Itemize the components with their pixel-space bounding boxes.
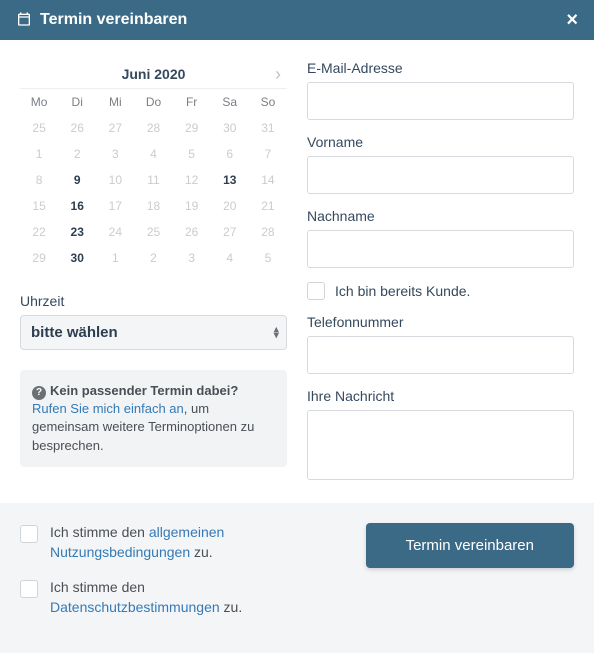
calendar-day: 29 [20,245,58,271]
calendar-day: 17 [96,193,134,219]
calendar-day: 15 [20,193,58,219]
appointment-modal: Termin vereinbaren × Juni 2020 › MoDiMiD… [0,0,594,653]
calendar-day: 22 [20,219,58,245]
left-column: Juni 2020 › MoDiMiDoFrSaSo 2526272829303… [20,60,287,483]
terms-text: Ich stimme den allgemeinen Nutzungsbedin… [50,523,287,562]
privacy-text: Ich stimme den Datenschutzbestimmungen z… [50,578,287,617]
calendar-day: 2 [134,245,172,271]
calendar-day: 18 [134,193,172,219]
calendar-day: 19 [173,193,211,219]
calendar-day: 26 [58,115,96,141]
time-select[interactable]: bitte wählen [20,315,287,350]
calendar-day: 27 [96,115,134,141]
calendar-weekday: Mi [96,89,134,115]
question-icon: ? [32,386,46,400]
right-column: E-Mail-Adresse Vorname Nachname Ich bin … [307,60,574,483]
calendar-day: 2 [58,141,96,167]
privacy-checkbox[interactable] [20,580,38,598]
calendar-day: 28 [134,115,172,141]
calendar-weekday: Do [134,89,172,115]
calendar-next-button[interactable]: › [275,64,281,85]
modal-title: Termin vereinbaren [40,11,187,29]
calendar-day: 3 [96,141,134,167]
email-input[interactable] [307,82,574,120]
calendar-days: 2526272829303112345678910111213141516171… [20,115,287,271]
calendar-day: 6 [211,141,249,167]
close-button[interactable]: × [566,10,578,30]
calendar-day: 31 [249,115,287,141]
calendar-day: 25 [134,219,172,245]
firstname-label: Vorname [307,134,574,150]
existing-customer-row: Ich bin bereits Kunde. [307,282,574,300]
calendar-day[interactable]: 13 [211,167,249,193]
note-title: Kein passender Termin dabei? [50,383,238,398]
time-label: Uhrzeit [20,293,287,309]
privacy-link[interactable]: Datenschutzbestimmungen [50,599,220,615]
calendar-day[interactable]: 30 [58,245,96,271]
lastname-label: Nachname [307,208,574,224]
calendar-weekday: So [249,89,287,115]
privacy-pre: Ich stimme den [50,579,145,595]
note-box: ? Kein passender Termin dabei? Rufen Sie … [20,370,287,467]
calendar-day: 14 [249,167,287,193]
terms-checkbox[interactable] [20,525,38,543]
calendar-icon [16,11,32,30]
calendar-day: 10 [96,167,134,193]
calendar-day: 11 [134,167,172,193]
modal-header: Termin vereinbaren × [0,0,594,40]
calendar-day: 12 [173,167,211,193]
existing-customer-label: Ich bin bereits Kunde. [335,283,470,299]
existing-customer-checkbox[interactable] [307,282,325,300]
submit-button[interactable]: Termin vereinbaren [366,523,574,568]
terms-post: zu. [190,544,213,560]
calendar-day[interactable]: 16 [58,193,96,219]
calendar-day: 1 [20,141,58,167]
calendar-day[interactable]: 23 [58,219,96,245]
calendar-day: 4 [134,141,172,167]
calendar-weekday: Di [58,89,96,115]
privacy-post: zu. [220,599,243,615]
modal-footer: Ich stimme den allgemeinen Nutzungsbedin… [0,503,594,653]
calendar-day: 5 [173,141,211,167]
calendar-month-label: Juni 2020 [122,66,186,82]
footer-right: Termin vereinbaren [307,523,574,568]
calendar-day: 1 [96,245,134,271]
calendar-day: 4 [211,245,249,271]
modal-body: Juni 2020 › MoDiMiDoFrSaSo 2526272829303… [0,40,594,503]
calendar-day: 30 [211,115,249,141]
message-textarea[interactable] [307,410,574,480]
calendar: Juni 2020 › MoDiMiDoFrSaSo 2526272829303… [20,60,287,271]
calendar-day[interactable]: 9 [58,167,96,193]
note-call-link[interactable]: Rufen Sie mich einfach an [32,401,184,416]
terms-row: Ich stimme den allgemeinen Nutzungsbedin… [20,523,287,562]
calendar-day: 7 [249,141,287,167]
calendar-day: 5 [249,245,287,271]
calendar-day: 26 [173,219,211,245]
phone-label: Telefonnummer [307,314,574,330]
header-left: Termin vereinbaren [16,11,187,30]
calendar-day: 3 [173,245,211,271]
firstname-input[interactable] [307,156,574,194]
calendar-day: 21 [249,193,287,219]
calendar-day: 27 [211,219,249,245]
footer-left: Ich stimme den allgemeinen Nutzungsbedin… [20,523,287,633]
calendar-day: 24 [96,219,134,245]
email-label: E-Mail-Adresse [307,60,574,76]
calendar-day: 28 [249,219,287,245]
calendar-day: 8 [20,167,58,193]
message-label: Ihre Nachricht [307,388,574,404]
calendar-day: 29 [173,115,211,141]
calendar-weekday: Sa [211,89,249,115]
calendar-weekday: Fr [173,89,211,115]
calendar-day: 20 [211,193,249,219]
calendar-weekday: Mo [20,89,58,115]
calendar-weekdays: MoDiMiDoFrSaSo [20,89,287,115]
calendar-day: 25 [20,115,58,141]
terms-pre: Ich stimme den [50,524,149,540]
time-select-wrap: bitte wählen ▴▾ [20,315,287,350]
phone-input[interactable] [307,336,574,374]
lastname-input[interactable] [307,230,574,268]
privacy-row: Ich stimme den Datenschutzbestimmungen z… [20,578,287,617]
calendar-header: Juni 2020 › [20,60,287,89]
